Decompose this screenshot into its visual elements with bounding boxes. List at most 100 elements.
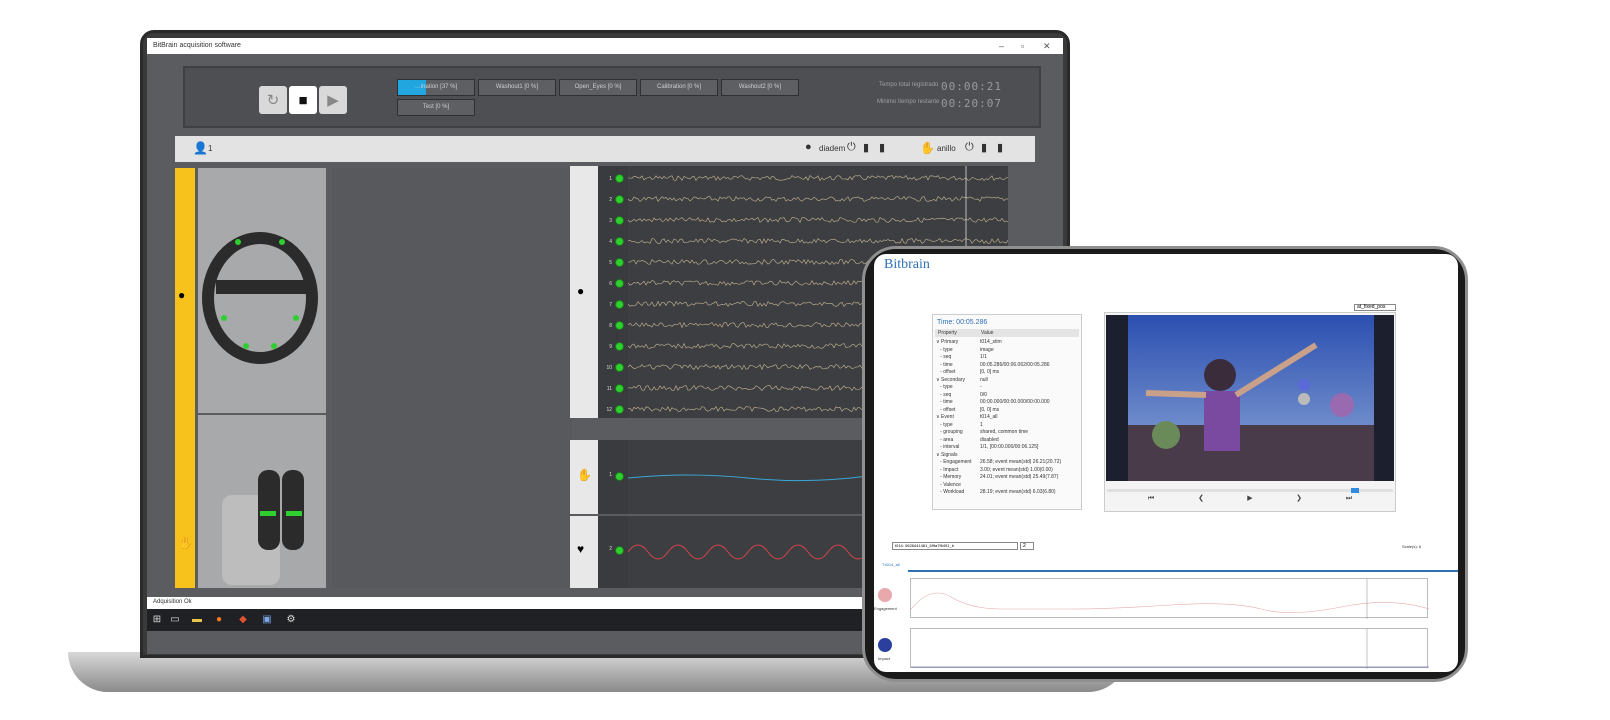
stop-icon: ■ — [298, 91, 308, 109]
previous-icon[interactable]: ❮ — [1197, 495, 1205, 503]
empty-area — [332, 168, 572, 588]
play-icon: ▶ — [327, 92, 339, 109]
skip-start-icon[interactable]: ⏮ — [1147, 495, 1155, 503]
app-icon[interactable]: ◆ — [237, 614, 249, 626]
power-icon[interactable]: ⏻ — [847, 141, 856, 154]
property-row[interactable]: - time 00:00.000/00:00.000/00:00.000 — [936, 399, 1049, 406]
property-key: - offset — [936, 406, 956, 413]
property-key: - Impact — [936, 466, 959, 473]
maximize-icon[interactable]: ▫ — [1021, 41, 1024, 51]
property-key: - grouping — [936, 429, 963, 435]
acquisition-status: Adquisition Ok — [153, 599, 192, 605]
property-row[interactable]: - time 00:05.286/00:06.062/00:05.286 — [936, 362, 1049, 369]
property-value: image — [980, 346, 994, 353]
property-row[interactable]: - interval 1/1, [00:00.000/00:06.125] — [936, 444, 1038, 451]
play-icon[interactable]: ▶ — [1246, 495, 1254, 503]
property-row[interactable]: - Valence — [936, 482, 980, 489]
channel-status-dot — [615, 258, 624, 267]
battery-icon: ▮ — [997, 142, 1004, 154]
property-row[interactable]: - Impact 3.00; event mean(std) 1.00(0.00) — [936, 467, 1053, 474]
firefox-icon[interactable]: ● — [213, 614, 225, 626]
property-row[interactable]: - type image — [936, 346, 994, 354]
property-value: 0/0 — [980, 391, 987, 398]
property-row[interactable]: - seq 0/0 — [936, 392, 987, 399]
timeline-select[interactable]: t014: 0628441481_69fa7f6491_b — [892, 542, 1018, 550]
property-row[interactable]: - Memory 24.01; event mean(std) 25.49(7.8… — [936, 474, 1058, 481]
device2-name: anillo — [937, 144, 956, 153]
channel-number: 10 — [606, 365, 612, 371]
impact-icon — [878, 638, 892, 652]
property-row[interactable]: - area disabled — [936, 436, 998, 444]
property-row[interactable]: - Engagement 26.58; event mean(std) 26.21… — [936, 459, 1061, 466]
time-label: Time: 00:05.286 — [937, 319, 988, 326]
view-mode-select[interactable]: at_fixed_pos — [1354, 304, 1396, 311]
next-icon[interactable]: ❯ — [1295, 495, 1303, 503]
property-row[interactable]: ∨ Event t014_all — [936, 414, 998, 421]
property-row[interactable]: - Workload 28.19; event mean(std) 6.03(6.… — [936, 489, 1055, 496]
engagement-track — [910, 578, 1430, 619]
eeg-trace — [627, 196, 1009, 202]
remaining-time-label: Minimo tiempo restante — [877, 99, 940, 105]
control-panel: ↻ ■ ▶ …ination [37 %] Washout1 [0 %] Ope… — [183, 66, 1041, 128]
skip-end-icon[interactable]: ⏭ — [1345, 495, 1353, 503]
property-row[interactable]: - offset [0, 0] ms — [936, 407, 999, 414]
signal-icon: ▮ — [863, 142, 870, 154]
channel-number: 8 — [609, 323, 612, 329]
eeg-trace — [627, 217, 1009, 224]
device-strip: ● ✋ — [175, 168, 195, 588]
stop-button[interactable]: ■ — [289, 86, 317, 114]
header-value: Value — [981, 330, 994, 336]
property-key: - time — [936, 399, 953, 405]
channel-status-dot — [615, 342, 624, 351]
refresh-button[interactable]: ↻ — [259, 86, 287, 114]
settings-icon[interactable]: ⚙ — [285, 614, 297, 626]
property-row[interactable]: ∨ Primary t014_stim — [936, 339, 1002, 346]
brand-logo: Bitbrain — [884, 257, 930, 272]
ring-panel — [198, 415, 326, 588]
channel-status-dot — [615, 237, 624, 246]
property-row[interactable]: - type - — [936, 384, 982, 391]
page-select[interactable]: 2 — [1020, 542, 1034, 550]
play-button[interactable]: ▶ — [319, 86, 347, 114]
device-status-bar: 👤 1 ● diadem ⏻ ▮ ▮ ✋ anillo ⏻ ▮ ▮ — [175, 136, 1035, 162]
file-explorer-icon[interactable]: ▬ — [191, 614, 203, 626]
windows-icon[interactable]: ⊞ — [151, 614, 163, 626]
channel-status-dot — [615, 363, 624, 372]
property-row[interactable]: - offset [0, 0] ms — [936, 369, 999, 376]
minimize-icon[interactable]: – — [999, 41, 1004, 51]
seek-handle[interactable] — [1351, 488, 1359, 493]
eeg-trace — [627, 237, 1009, 245]
phase-button-calibration[interactable]: Calibration [0 %] — [640, 79, 718, 96]
track-label: Engagement — [874, 606, 897, 611]
close-icon[interactable]: ✕ — [1043, 41, 1051, 52]
phase-button-washout2[interactable]: Washout2 [0 %] — [721, 79, 799, 96]
hand-diagram — [222, 470, 304, 585]
phase-button-washout1[interactable]: Washout1 [0 %] — [478, 79, 556, 96]
channel-number: 2 — [609, 546, 612, 552]
power-icon[interactable]: ⏻ — [965, 141, 974, 154]
phase-button-active[interactable]: …ination [37 %] — [397, 79, 475, 96]
property-row[interactable]: - grouping shared, common time — [936, 429, 1028, 436]
channel-status-dot — [615, 174, 624, 183]
property-row[interactable]: ∨ Signals — [936, 452, 980, 459]
seek-bar[interactable] — [1107, 488, 1393, 493]
property-row[interactable]: - seq 1/1 — [936, 354, 987, 361]
property-value: 1/1, [00:00.000/00:06.125] — [980, 444, 1039, 450]
channel-status-dot — [615, 472, 624, 481]
phase-label: …ination [37 %] — [414, 84, 458, 90]
property-key: - area — [936, 436, 954, 443]
phase-label: Open_Eyes [0 %] — [574, 84, 622, 90]
channel-number: 7 — [609, 302, 612, 308]
phase-button-test[interactable]: Test [0 %] — [397, 99, 475, 116]
task-view-icon[interactable]: ▭ — [169, 614, 181, 626]
window-icon[interactable]: ▣ — [261, 614, 273, 626]
property-row[interactable]: ∨ Secondary null — [936, 377, 988, 384]
phase-button-open-eyes[interactable]: Open_Eyes [0 %] — [559, 79, 637, 96]
property-key: ∨ Secondary — [936, 376, 965, 383]
property-value: t014_all — [980, 414, 998, 420]
phase-label: Calibration [0 %] — [656, 84, 702, 90]
channel-status-dot — [615, 405, 624, 414]
hand-icon: ✋ — [577, 468, 592, 482]
eeg-channel-list: 1 2 3 4 5 6 7 8 9 10 11 12 — [598, 166, 628, 418]
property-row[interactable]: - type 1 — [936, 422, 983, 429]
